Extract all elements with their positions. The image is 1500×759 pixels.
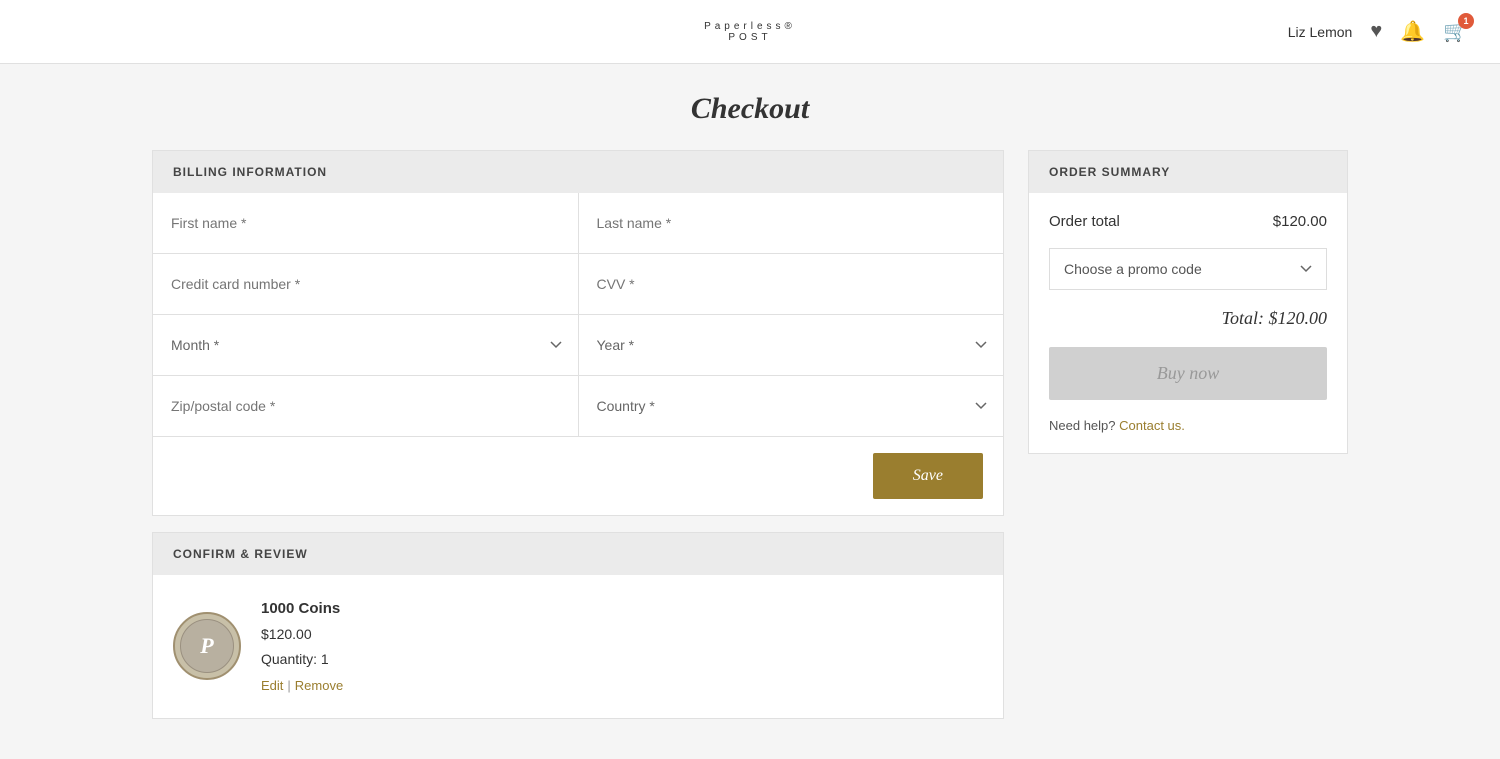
total-label: Total: $120.00 [1049, 308, 1327, 329]
credit-card-field [153, 254, 579, 314]
order-summary-body: Order total $120.00 Choose a promo code … [1029, 193, 1347, 453]
action-divider: | [287, 674, 290, 697]
logo-line1: Paperless® [704, 21, 796, 32]
cvv-input[interactable] [579, 254, 1004, 314]
form-actions: Save [153, 436, 1003, 515]
expiry-row: Month * 01 - January 02 - February 03 - … [153, 314, 1003, 375]
product-info: 1000 Coins $120.00 Quantity: 1 Edit | Re… [261, 595, 343, 698]
country-field: Country * United States Canada United Ki… [579, 376, 1004, 436]
billing-form: Month * 01 - January 02 - February 03 - … [153, 193, 1003, 515]
left-column: BILLING INFORMATION [152, 150, 1004, 719]
country-select[interactable]: Country * United States Canada United Ki… [579, 376, 1004, 436]
billing-section-header: BILLING INFORMATION [153, 151, 1003, 193]
last-name-input[interactable] [579, 193, 1004, 253]
order-total-row: Order total $120.00 [1049, 213, 1327, 230]
product-logo: P [173, 612, 241, 680]
promo-code-select[interactable]: Choose a promo code [1049, 248, 1327, 290]
buy-now-button[interactable]: Buy now [1049, 347, 1327, 400]
logo-line2: POST [704, 32, 796, 43]
contact-link[interactable]: Contact us. [1119, 418, 1185, 433]
zip-field [153, 376, 579, 436]
month-field: Month * 01 - January 02 - February 03 - … [153, 315, 579, 375]
cvv-field [579, 254, 1004, 314]
favorites-icon[interactable]: ♥ [1370, 20, 1382, 43]
header-right: Liz Lemon ♥ 🔔 🛒 1 [1288, 19, 1468, 44]
order-summary-header: ORDER SUMMARY [1029, 151, 1347, 193]
site-logo: Paperless® POST [704, 21, 796, 43]
save-button[interactable]: Save [873, 453, 983, 499]
product-quantity: Quantity: 1 [261, 647, 343, 672]
product-price: $120.00 [261, 622, 343, 647]
first-name-field [153, 193, 579, 253]
remove-link[interactable]: Remove [295, 674, 343, 697]
main-layout: BILLING INFORMATION [120, 150, 1380, 759]
order-summary: ORDER SUMMARY Order total $120.00 Choose… [1028, 150, 1348, 454]
first-name-input[interactable] [153, 193, 578, 253]
header: Paperless® POST Liz Lemon ♥ 🔔 🛒 1 [0, 0, 1500, 64]
confirm-section: CONFIRM & REVIEW P 1000 Coins $120.00 Qu… [152, 532, 1004, 719]
location-row: Country * United States Canada United Ki… [153, 375, 1003, 436]
cart-badge: 1 [1458, 13, 1474, 29]
product-logo-inner: P [180, 619, 234, 673]
help-text: Need help? Contact us. [1049, 418, 1327, 433]
product-name: 1000 Coins [261, 595, 343, 622]
confirm-section-header: CONFIRM & REVIEW [153, 533, 1003, 575]
credit-card-input[interactable] [153, 254, 578, 314]
page-title: Checkout [0, 64, 1500, 150]
zip-input[interactable] [153, 376, 578, 436]
product-logo-letter: P [200, 633, 213, 659]
billing-section: BILLING INFORMATION [152, 150, 1004, 516]
confirm-body: P 1000 Coins $120.00 Quantity: 1 Edit | … [153, 575, 1003, 718]
name-row [153, 193, 1003, 253]
last-name-field [579, 193, 1004, 253]
need-help-text: Need help? [1049, 418, 1116, 433]
order-total-label: Order total [1049, 213, 1120, 230]
edit-link[interactable]: Edit [261, 674, 283, 697]
cart-icon[interactable]: 🛒 1 [1443, 19, 1468, 44]
order-total-value: $120.00 [1273, 213, 1327, 230]
notifications-icon[interactable]: 🔔 [1400, 19, 1425, 44]
month-select[interactable]: Month * 01 - January 02 - February 03 - … [153, 315, 578, 375]
year-select[interactable]: Year * 2024 2025 2026 2027 2028 [579, 315, 1004, 375]
product-actions: Edit | Remove [261, 674, 343, 697]
username-label: Liz Lemon [1288, 24, 1353, 40]
year-field: Year * 2024 2025 2026 2027 2028 [579, 315, 1004, 375]
card-row [153, 253, 1003, 314]
